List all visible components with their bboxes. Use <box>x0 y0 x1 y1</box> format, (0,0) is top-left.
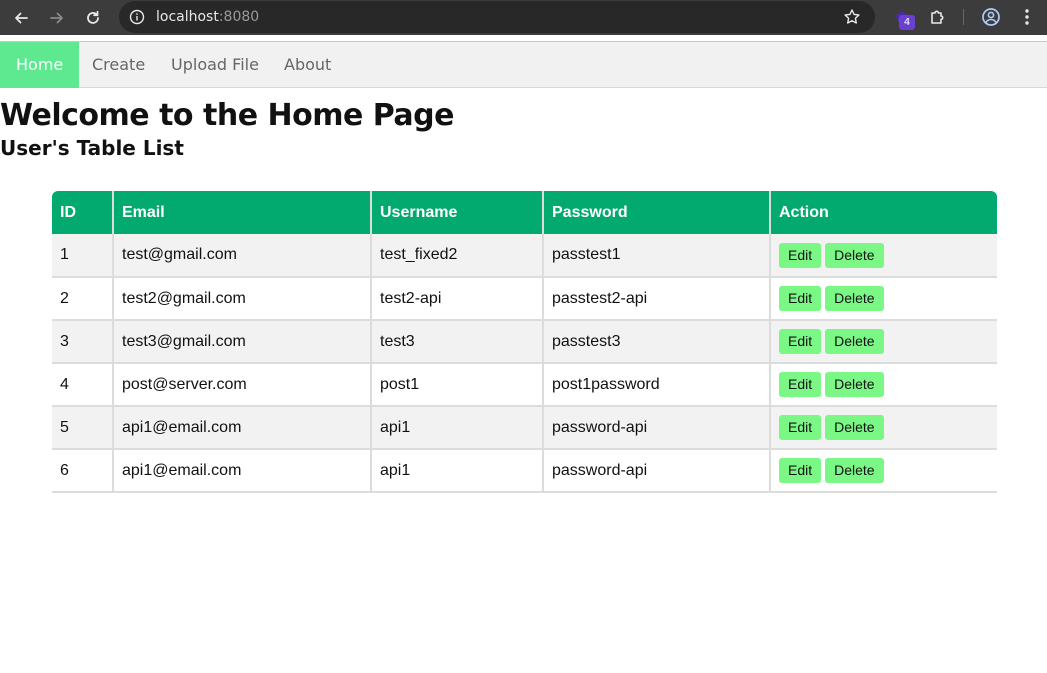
forward-arrow-icon <box>50 12 63 24</box>
nav-about[interactable]: About <box>268 42 347 88</box>
cell-id: 4 <box>52 363 114 407</box>
cell-email: test2@gmail.com <box>113 277 372 321</box>
delete-button[interactable]: Delete <box>825 329 884 354</box>
page-subtitle: User's Table List <box>0 136 184 160</box>
edit-button[interactable]: Edit <box>779 242 822 268</box>
delete-button[interactable]: Delete <box>825 372 884 397</box>
column-header-action: Action <box>770 191 997 234</box>
cell-password: post1password <box>543 363 771 407</box>
toolbar-separator <box>963 9 964 25</box>
cell-username: post1 <box>371 363 544 407</box>
puzzle-icon <box>931 10 944 24</box>
url-text: localhost:8080 <box>156 9 259 25</box>
cell-password: passtest1 <box>543 234 771 278</box>
nav-upload-file[interactable]: Upload File <box>155 42 275 88</box>
site-info-icon[interactable] <box>129 9 145 25</box>
edit-button[interactable]: Edit <box>779 415 822 440</box>
cell-id: 6 <box>52 449 114 493</box>
page-title: Welcome to the Home Page <box>0 98 455 133</box>
table-row: 5 api1@email.com api1 password-api Edit D… <box>52 406 997 450</box>
address-bar[interactable]: localhost:8080 <box>119 1 875 33</box>
cell-email: test@gmail.com <box>113 234 372 278</box>
cell-action: Edit Delete <box>770 277 997 321</box>
edit-button[interactable]: Edit <box>779 372 822 397</box>
cell-id: 1 <box>52 234 114 278</box>
profile-button[interactable] <box>978 4 1004 30</box>
cell-password: passtest2-api <box>543 277 771 321</box>
edit-button[interactable]: Edit <box>779 329 822 354</box>
cell-action: Edit Delete <box>770 234 997 278</box>
table-header-row: ID Email Username Password Action <box>52 191 997 234</box>
edit-button[interactable]: Edit <box>779 458 822 483</box>
delete-button[interactable]: Delete <box>825 415 884 440</box>
table-row: 3 test3@gmail.com test3 passtest3 Edit De… <box>52 320 997 364</box>
reload-icon <box>87 10 99 24</box>
delete-button[interactable]: Delete <box>825 458 884 483</box>
browser-toolbar: localhost:8080 4 <box>0 0 1047 35</box>
cell-username: test_fixed2 <box>371 234 544 278</box>
extensions-menu-button[interactable] <box>925 4 951 30</box>
kebab-menu-icon <box>1025 9 1029 25</box>
table-row: 4 post@server.com post1 post1password Ed… <box>52 363 997 407</box>
table-row: 6 api1@email.com api1 password-api Edit D… <box>52 449 997 493</box>
nav-create[interactable]: Create <box>76 42 161 88</box>
cell-action: Edit Delete <box>770 449 997 493</box>
cell-action: Edit Delete <box>770 406 997 450</box>
browser-menu-button[interactable] <box>1014 4 1040 30</box>
back-button[interactable] <box>8 5 34 31</box>
nav-home[interactable]: Home <box>0 42 80 88</box>
bookmark-star-icon[interactable] <box>843 8 861 26</box>
column-header-username: Username <box>371 191 544 234</box>
cell-email: post@server.com <box>113 363 372 407</box>
cell-password: password-api <box>543 449 771 493</box>
column-header-id: ID <box>52 191 114 234</box>
cell-username: test3 <box>371 320 544 364</box>
edit-button[interactable]: Edit <box>779 286 822 311</box>
url-port: :8080 <box>218 9 260 25</box>
cell-username: test2-api <box>371 277 544 321</box>
delete-button[interactable]: Delete <box>825 286 884 311</box>
cell-id: 5 <box>52 406 114 450</box>
table-row: 1 test@gmail.com test_fixed2 passtest1 E… <box>52 234 997 278</box>
account-circle-icon <box>982 8 1000 26</box>
cell-password: passtest3 <box>543 320 771 364</box>
users-table-container: ID Email Username Password Action 1 test… <box>52 191 997 493</box>
column-header-email: Email <box>113 191 372 234</box>
cell-password: password-api <box>543 406 771 450</box>
cell-email: api1@email.com <box>113 449 372 493</box>
table-row: 2 test2@gmail.com test2-api passtest2-ap… <box>52 277 997 321</box>
delete-button[interactable]: Delete <box>825 242 884 268</box>
cell-id: 2 <box>52 277 114 321</box>
cell-email: api1@email.com <box>113 406 372 450</box>
cell-username: api1 <box>371 449 544 493</box>
column-header-password: Password <box>543 191 771 234</box>
cell-email: test3@gmail.com <box>113 320 372 364</box>
cell-action: Edit Delete <box>770 320 997 364</box>
extension-badge: 4 <box>899 15 915 30</box>
top-navigation: Home Create Upload File About <box>0 41 1047 88</box>
reload-button[interactable] <box>80 5 106 31</box>
cell-username: api1 <box>371 406 544 450</box>
cell-action: Edit Delete <box>770 363 997 407</box>
back-arrow-icon <box>15 12 28 24</box>
forward-button[interactable] <box>44 5 70 31</box>
users-table: ID Email Username Password Action 1 test… <box>52 191 997 493</box>
cell-id: 3 <box>52 320 114 364</box>
url-host: localhost <box>156 9 219 25</box>
